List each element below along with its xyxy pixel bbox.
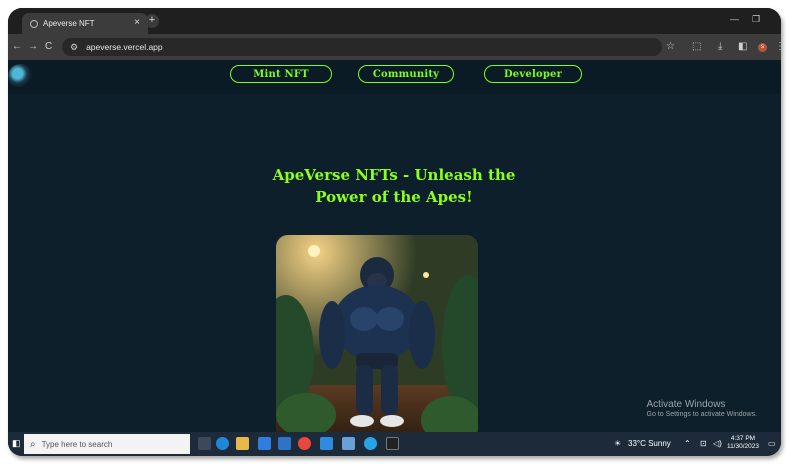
web-page: Mint NFT Community Developer ApeVerse NF… xyxy=(8,60,781,432)
notifications-icon[interactable]: ▭ xyxy=(768,439,776,448)
back-icon[interactable]: ← xyxy=(12,41,22,52)
reload-icon[interactable]: C xyxy=(45,41,52,52)
hero-title-line2: Power of the Apes! xyxy=(315,188,473,206)
forward-icon[interactable]: → xyxy=(28,41,38,52)
site-navbar: Mint NFT Community Developer xyxy=(8,60,781,94)
new-tab-button[interactable]: + xyxy=(145,14,159,28)
site-info-icon[interactable]: ⚙ xyxy=(70,42,78,53)
network-icon[interactable]: ⊡ xyxy=(700,439,707,448)
screen-frame: Apeverse NFT × + — ❐ ← → C ⚙ apeverse.ve… xyxy=(8,8,781,456)
maximize-icon[interactable]: ❐ xyxy=(752,14,760,25)
volume-icon[interactable]: ◁) xyxy=(713,439,722,448)
clock-date: 11/30/2023 xyxy=(726,443,759,450)
extensions-icon[interactable]: ⬚ xyxy=(692,41,701,52)
search-icon: ⌕ xyxy=(30,438,36,450)
clock-time: 4:37 PM xyxy=(730,435,756,442)
windows-taskbar: ◧ ⌕ Type here to search ☀ 33°C Sunny ⌃ ⊡… xyxy=(8,432,781,456)
nav-community-label: Community xyxy=(372,68,440,80)
activate-subtitle: Go to Settings to activate Windows. xyxy=(646,411,758,418)
nav-community[interactable]: Community xyxy=(358,65,454,83)
search-placeholder: Type here to search xyxy=(41,439,113,449)
telegram-icon[interactable] xyxy=(364,437,377,450)
bookmark-star-icon[interactable]: ☆ xyxy=(666,41,675,52)
browser-toolbar: ← → C ⚙ apeverse.vercel.app ☆ ⬚ ⤓ ◧ s ⋮ xyxy=(8,34,781,60)
taskbar-search[interactable]: ⌕ Type here to search xyxy=(24,434,190,454)
vscode-icon[interactable] xyxy=(320,437,333,450)
download-icon[interactable]: ⤓ xyxy=(718,41,722,52)
weather-text[interactable]: 33°C Sunny xyxy=(628,439,671,448)
nav-mint-nft[interactable]: Mint NFT xyxy=(230,65,332,83)
store-icon[interactable] xyxy=(258,437,271,450)
mail-icon[interactable] xyxy=(278,437,291,450)
minimize-icon[interactable]: — xyxy=(730,14,739,24)
activate-title: Activate Windows xyxy=(646,399,726,410)
hero-title-line1: ApeVerse NFTs - Unleash the xyxy=(272,166,516,184)
activate-windows-watermark: Activate Windows Go to Settings to activ… xyxy=(647,399,758,418)
notepad-icon[interactable] xyxy=(342,437,355,450)
profile-avatar[interactable]: s xyxy=(758,43,767,52)
side-panel-icon[interactable]: ◧ xyxy=(738,41,747,52)
tab-favicon-icon xyxy=(30,19,38,28)
chrome-icon[interactable] xyxy=(298,437,311,450)
url-text: apeverse.vercel.app xyxy=(86,42,163,52)
hero-title: ApeVerse NFTs - Unleash the Power of the… xyxy=(244,164,544,208)
terminal-icon[interactable] xyxy=(386,437,399,450)
browser-tab[interactable]: Apeverse NFT × xyxy=(22,13,148,34)
address-bar[interactable]: ⚙ apeverse.vercel.app xyxy=(62,38,662,56)
system-clock[interactable]: 4:37 PM 11/30/2023 xyxy=(727,435,759,451)
tray-chevron-icon[interactable]: ⌃ xyxy=(684,439,691,448)
task-view-icon[interactable] xyxy=(198,437,211,450)
weather-icon: ☀ xyxy=(614,439,622,448)
site-logo[interactable] xyxy=(8,64,32,88)
start-icon[interactable]: ◧ xyxy=(12,438,21,449)
gorilla-illustration xyxy=(276,235,478,432)
file-explorer-icon[interactable] xyxy=(236,437,249,450)
browser-menu-icon[interactable]: ⋮ xyxy=(775,41,781,52)
nav-mint-nft-label: Mint NFT xyxy=(253,68,309,80)
nav-developer[interactable]: Developer xyxy=(484,65,582,83)
browser-tab-bar: Apeverse NFT × + — ❐ xyxy=(8,8,781,34)
edge-icon[interactable] xyxy=(216,437,229,450)
tab-close-icon[interactable]: × xyxy=(134,17,140,28)
nav-developer-label: Developer xyxy=(503,68,563,80)
gorilla-nft-image xyxy=(276,235,478,432)
tab-title: Apeverse NFT xyxy=(43,19,95,28)
